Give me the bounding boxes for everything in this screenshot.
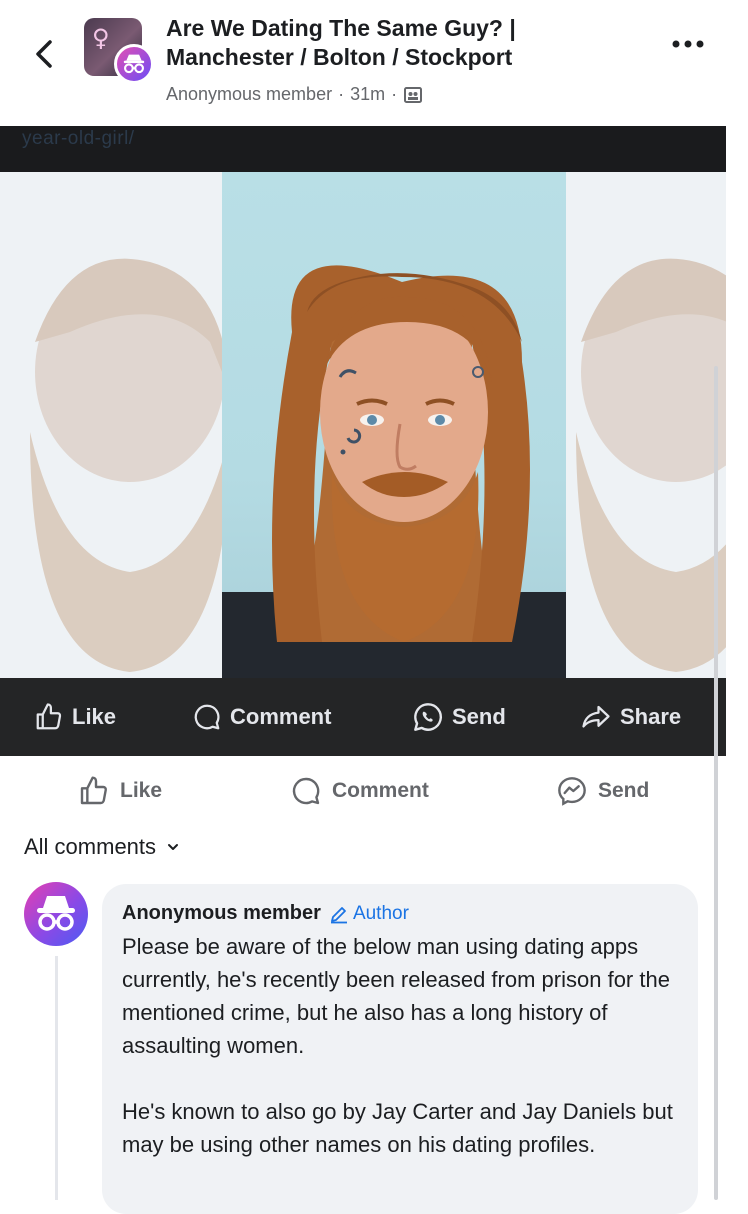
shared-link-text[interactable]: year-old-girl/ bbox=[22, 128, 135, 150]
messenger-send-icon bbox=[558, 777, 586, 806]
comment-thread-line bbox=[55, 956, 58, 1200]
comment-body: Please be aware of the below man using d… bbox=[122, 930, 688, 1161]
shared-like-label: Like bbox=[72, 704, 117, 729]
like-button[interactable]: Like bbox=[78, 756, 162, 826]
comment-paragraph-1: Please be aware of the below man using d… bbox=[122, 934, 670, 1058]
back-button[interactable] bbox=[28, 34, 62, 74]
comments-filter-label: All comments bbox=[24, 834, 157, 859]
shared-like-button: Like bbox=[34, 678, 116, 756]
person-photo bbox=[222, 265, 566, 678]
post-meta: Anonymous member · 31m · bbox=[166, 84, 423, 105]
shared-send-button: Send bbox=[412, 678, 506, 756]
comment-paragraph-2: He's known to also go by Jay Carter and … bbox=[122, 1099, 673, 1157]
members-icon bbox=[404, 86, 423, 103]
blurred-photo-left bbox=[30, 258, 230, 672]
post-photo[interactable] bbox=[0, 172, 726, 678]
post-time[interactable]: 31m bbox=[350, 84, 385, 105]
chevron-left-icon bbox=[36, 40, 52, 68]
anonymous-icon bbox=[123, 54, 145, 74]
shared-comment-button: Comment bbox=[192, 678, 331, 756]
anonymous-avatar-small bbox=[114, 44, 154, 84]
send-button[interactable]: Send bbox=[556, 756, 649, 826]
author-badge: Author bbox=[329, 903, 409, 925]
author-badge-label: Author bbox=[352, 902, 409, 924]
venus-icon: ♀ bbox=[92, 24, 110, 52]
like-icon bbox=[36, 703, 62, 730]
more-icon bbox=[672, 40, 704, 48]
chevron-down-icon bbox=[168, 844, 179, 850]
comment-icon bbox=[194, 704, 220, 730]
like-icon bbox=[80, 776, 107, 805]
shared-comment-label: Comment bbox=[230, 704, 332, 729]
whatsapp-send-icon bbox=[414, 703, 442, 731]
scrollbar[interactable] bbox=[714, 366, 718, 1200]
anonymous-icon bbox=[37, 896, 75, 931]
shared-share-button: Share bbox=[580, 678, 681, 756]
meta-separator: · bbox=[338, 84, 345, 104]
mugshot-photo bbox=[222, 172, 566, 678]
shared-share-label: Share bbox=[620, 704, 682, 729]
blurred-photo-right bbox=[576, 258, 726, 672]
comment-icon bbox=[292, 777, 320, 805]
post-author[interactable]: Anonymous member bbox=[166, 84, 332, 105]
more-options-button[interactable] bbox=[668, 34, 708, 54]
comment-avatar[interactable] bbox=[24, 882, 88, 946]
comments-filter-dropdown[interactable]: All comments bbox=[24, 834, 180, 860]
comment-author[interactable]: Anonymous member bbox=[122, 902, 321, 925]
comment-header: Anonymous member Author bbox=[122, 902, 409, 925]
meta-separator-2: · bbox=[391, 84, 398, 104]
shared-post-action-bar: Like Comment Send Share bbox=[0, 678, 726, 756]
like-label: Like bbox=[120, 779, 163, 802]
shared-send-label: Send bbox=[452, 704, 506, 729]
send-label: Send bbox=[598, 779, 650, 802]
share-icon bbox=[582, 705, 610, 728]
comment-label: Comment bbox=[332, 779, 429, 802]
comment-button[interactable]: Comment bbox=[290, 756, 429, 826]
pencil-icon bbox=[330, 906, 347, 923]
post-action-bar: Like Comment Send bbox=[0, 756, 748, 826]
group-title[interactable]: Are We Dating The Same Guy? | Manchester… bbox=[166, 14, 636, 72]
